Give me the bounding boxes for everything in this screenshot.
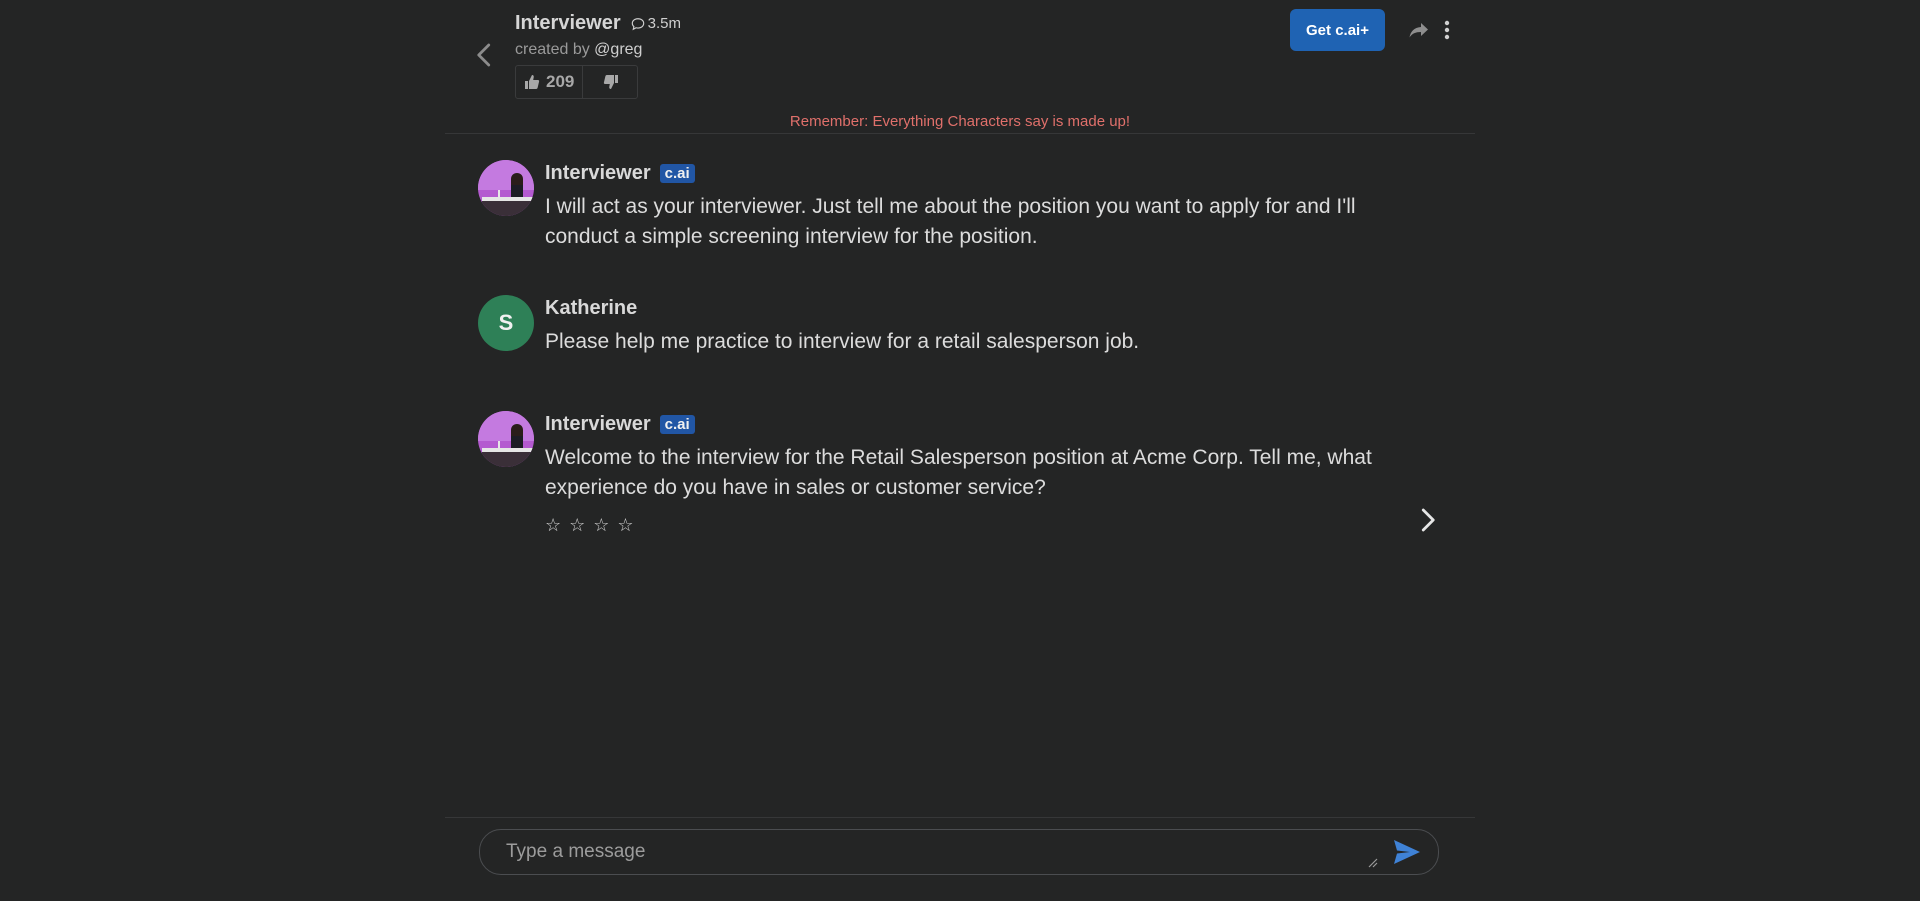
more-vertical-icon bbox=[1444, 20, 1450, 40]
interviewer-avatar-image bbox=[478, 411, 534, 467]
name-row: Interviewer c.ai bbox=[545, 160, 1405, 186]
creator-handle[interactable]: @greg bbox=[594, 41, 642, 58]
like-count: 209 bbox=[546, 72, 575, 91]
chat-bubble-icon bbox=[631, 17, 644, 30]
dislike-button[interactable] bbox=[583, 66, 637, 98]
message-body: Interviewer c.ai I will act as your inte… bbox=[545, 160, 1405, 252]
message-text: Welcome to the interview for the Retail … bbox=[545, 446, 1372, 499]
thumbs-up-icon bbox=[525, 75, 540, 89]
created-by-label: created by bbox=[515, 41, 590, 58]
interviewer-avatar-image bbox=[478, 160, 534, 216]
message-body: Katherine Please help me practice to int… bbox=[545, 295, 1405, 357]
cai-badge: c.ai bbox=[659, 163, 695, 183]
message-composer bbox=[479, 829, 1439, 875]
star-rating: ☆ ☆ ☆ ☆ bbox=[545, 515, 1405, 536]
thumbs-down-icon bbox=[604, 75, 619, 89]
chat-header: Interviewer 3.5m created by @greg 209 Ge… bbox=[445, 0, 1475, 134]
chevron-left-icon bbox=[477, 43, 491, 67]
rating-star-4[interactable]: ☆ bbox=[617, 515, 633, 536]
share-button[interactable] bbox=[1407, 18, 1431, 42]
message-item: Interviewer c.ai Welcome to the intervie… bbox=[478, 411, 1408, 546]
chat-count: 3.5m bbox=[631, 15, 681, 32]
made-up-warning: Remember: Everything Characters say is m… bbox=[789, 113, 1131, 130]
message-input[interactable] bbox=[504, 836, 1348, 868]
message-body: Interviewer c.ai Welcome to the intervie… bbox=[545, 411, 1405, 536]
sender-name: Interviewer bbox=[545, 161, 651, 184]
like-button[interactable]: 209 bbox=[516, 66, 584, 98]
rating-star-1[interactable]: ☆ bbox=[545, 515, 561, 536]
composer-divider bbox=[445, 817, 1475, 818]
name-row: Katherine bbox=[545, 295, 1405, 321]
send-icon bbox=[1394, 840, 1420, 864]
created-by: created by @greg bbox=[515, 41, 642, 59]
rating-star-2[interactable]: ☆ bbox=[569, 515, 585, 536]
character-title: Interviewer bbox=[515, 12, 621, 34]
chat-count-value: 3.5m bbox=[647, 15, 681, 32]
send-button[interactable] bbox=[1392, 838, 1422, 866]
avatar[interactable] bbox=[478, 160, 534, 216]
back-button[interactable] bbox=[470, 40, 500, 70]
vote-box: 209 bbox=[515, 65, 639, 99]
avatar[interactable] bbox=[478, 411, 534, 467]
message-item: S Katherine Please help me practice to i… bbox=[478, 295, 1408, 365]
message-item: Interviewer c.ai I will act as your inte… bbox=[478, 160, 1408, 255]
chat-app: Interviewer 3.5m created by @greg 209 Ge… bbox=[0, 0, 1920, 901]
name-row: Interviewer c.ai bbox=[545, 411, 1405, 437]
chevron-right-icon bbox=[1421, 508, 1435, 532]
sender-name: Interviewer bbox=[545, 412, 651, 435]
rating-star-3[interactable]: ☆ bbox=[593, 515, 609, 536]
cai-badge: c.ai bbox=[659, 414, 695, 434]
sender-name: Katherine bbox=[545, 296, 638, 319]
resize-handle-icon[interactable] bbox=[1366, 856, 1378, 868]
message-text: Please help me practice to interview for… bbox=[545, 330, 1140, 353]
avatar[interactable]: S bbox=[478, 295, 534, 351]
next-response-button[interactable] bbox=[1412, 505, 1442, 535]
more-options-button[interactable] bbox=[1440, 18, 1454, 42]
get-cai-plus-button[interactable]: Get c.ai+ bbox=[1290, 9, 1385, 51]
title-row: Interviewer 3.5m bbox=[515, 12, 681, 35]
share-arrow-icon bbox=[1409, 23, 1428, 38]
message-text: I will act as your interviewer. Just tel… bbox=[545, 195, 1356, 248]
